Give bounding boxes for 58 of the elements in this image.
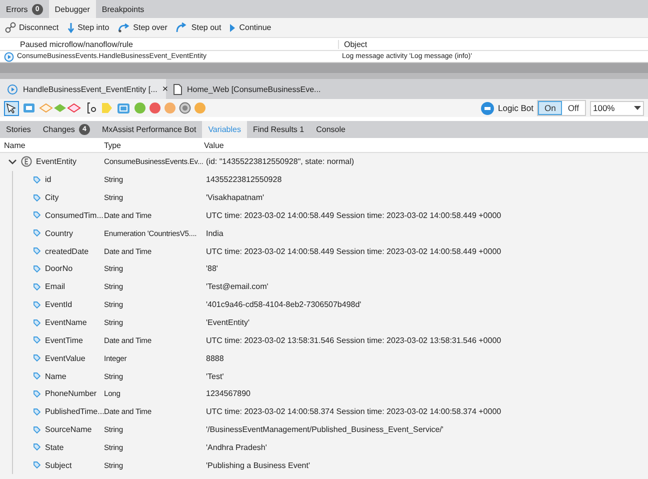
toolbar-button[interactable]: Disconnect (2, 22, 62, 33)
table-cell-text: 8888 (205, 354, 224, 363)
logic-bot-label: Logic Bot (498, 103, 534, 113)
toolbar-button[interactable]: Step into (64, 22, 112, 34)
toolbar-button[interactable]: Step over (114, 22, 170, 33)
variable-name: PhoneNumber (45, 389, 97, 398)
variable-name: Subject (45, 460, 72, 470)
toolbar-button[interactable]: Step out (172, 22, 224, 33)
table-cell-text: 'Visakhapatnam' (205, 193, 264, 202)
variable-name: EventValue (45, 354, 86, 363)
panel-tab[interactable]: Breakpoints (96, 0, 150, 18)
variable-name: EventTime (45, 336, 83, 345)
variable-name: EventName (45, 318, 87, 328)
variable-name: Country (45, 228, 74, 238)
table-cell-text: 1234567890 (205, 389, 250, 398)
toggle-option[interactable]: On (538, 101, 562, 115)
editor-tab[interactable]: Home_Web [ConsumeBusinessEve... (166, 79, 332, 99)
table-cell-text: 14355223812550928 (205, 175, 282, 184)
table-cell-text: '401c9a46-cd58-4104-8eb2-7306507b498d' (205, 300, 362, 310)
toolbar-button[interactable]: Continue (226, 22, 274, 32)
table-cell-text: UTC time: 2023-03-02 14:00:58.449 Session time: 2023-03-02 14:00:58.449 +0000 (205, 210, 502, 220)
variable-name: ConsumedTim... (45, 210, 104, 220)
variable-name: City (45, 193, 59, 202)
table-cell-text: 'Andhra Pradesh' (205, 442, 267, 452)
variable-name: Email (45, 282, 66, 292)
panel-tab[interactable]: Debugger (48, 0, 96, 18)
panel-tab[interactable]: MxAssist Performance Bot (96, 121, 202, 138)
panel-tab[interactable]: Console (310, 121, 352, 138)
variable-name: EventId (45, 300, 72, 310)
table-cell-text: 'Publishing a Business Event' (205, 460, 310, 470)
table-cell-text: UTC time: 2023-03-02 14:00:58.374 Session time: 2023-03-02 14:00:58.374 +0000 (205, 407, 502, 416)
close-button[interactable]: × (162, 84, 168, 94)
table-cell-text: '/BusinessEventManagement/Published_Business_Event_Service/' (205, 425, 444, 434)
table-cell-text: 'Test@email.com' (205, 282, 268, 292)
column-header: Name (3, 140, 26, 150)
variable-name: Name (45, 372, 66, 381)
variable-name: id (45, 175, 52, 184)
table-cell-text: UTC time: 2023-03-02 13:58:31.546 Session time: 2023-03-02 13:58:31.546 +0000 (205, 336, 502, 345)
variable-name: DoorNo (45, 264, 73, 274)
variable-name: createdDate (45, 246, 89, 256)
column-header: Value (203, 140, 224, 150)
variable-name: State (45, 442, 64, 452)
column-header: Object (343, 40, 368, 48)
variable-name: SourceName (45, 425, 92, 434)
panel-tab[interactable]: Stories (0, 121, 37, 138)
table-cell-text: 'EventEntity' (205, 318, 250, 328)
table-cell-text: '88' (205, 264, 218, 274)
editor-tab[interactable]: HandleBusinessEvent_EventEntity [... × (0, 79, 166, 99)
table-cell-text: (id: "14355223812550928", state: normal) (205, 157, 354, 166)
table-cell-text: UTC time: 2023-03-02 14:00:58.449 Session time: 2023-03-02 14:00:58.449 +0000 (205, 246, 502, 256)
variable-name: PublishedTime... (45, 407, 104, 416)
column-header: Paused microflow/nanoflow/rule (0, 40, 339, 48)
panel-tab[interactable]: Find Results 1 (246, 121, 310, 138)
table-cell-text: 'Test' (205, 372, 224, 381)
variable-name: EventEntity (36, 157, 76, 166)
column-header: Type (103, 140, 122, 150)
zoom-dropdown[interactable]: 100% (590, 100, 644, 116)
table-cell-text: India (205, 228, 224, 238)
